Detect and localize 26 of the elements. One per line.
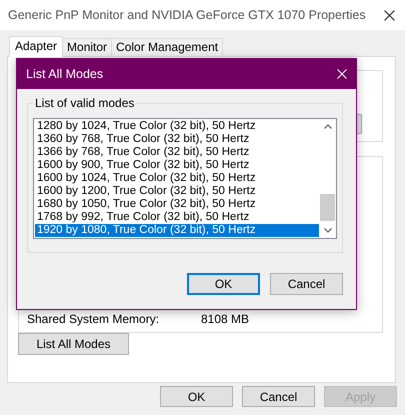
list-item[interactable]: 1366 by 768, True Color (32 bit), 50 Hertz [35,146,319,159]
list-item[interactable]: 1280 by 1024, True Color (32 bit), 50 Hertz [35,120,319,133]
dialog-button[interactable]: Cancel [270,273,343,295]
list-item[interactable]: 1600 by 900, True Color (32 bit), 50 Hertz [35,159,319,172]
window-title: Generic PnP Monitor and NVIDIA GeForce GTX 1070 Properties [8,8,366,22]
dialog-title: List All Modes [26,67,104,81]
list-item[interactable]: 1600 by 1024, True Color (32 bit), 50 Hertz [35,172,319,185]
dialog-button[interactable]: OK [160,386,233,407]
scroll-thumb[interactable] [320,194,335,221]
scroll-up-icon[interactable] [324,124,332,129]
modes-list[interactable] [33,118,337,239]
info-value: 8108 MB [201,312,250,326]
list-item[interactable]: 1360 by 768, True Color (32 bit), 50 Hertz [35,133,319,146]
group-label: List of valid modes [33,96,136,110]
dialog-button[interactable]: Cancel [242,386,315,407]
close-icon[interactable] [384,10,395,20]
list-item[interactable]: 1768 by 992, True Color (32 bit), 50 Hertz [35,211,319,224]
info-label: Shared System Memory: [27,312,160,326]
list-item[interactable]: 1680 by 1050, True Color (32 bit), 50 Hertz [35,198,319,211]
scroll-down-icon[interactable] [324,228,332,233]
tab[interactable]: Adapter [9,36,64,57]
list-all-modes-button[interactable]: List All Modes [18,333,129,355]
list-item[interactable]: 1600 by 1200, True Color (32 bit), 50 Hertz [35,185,319,198]
dialog-button[interactable]: OK [187,273,260,295]
tab[interactable]: Color Management [111,38,224,56]
list-item[interactable]: 1920 by 1080, True Color (32 bit), 50 Hertz [35,224,319,237]
